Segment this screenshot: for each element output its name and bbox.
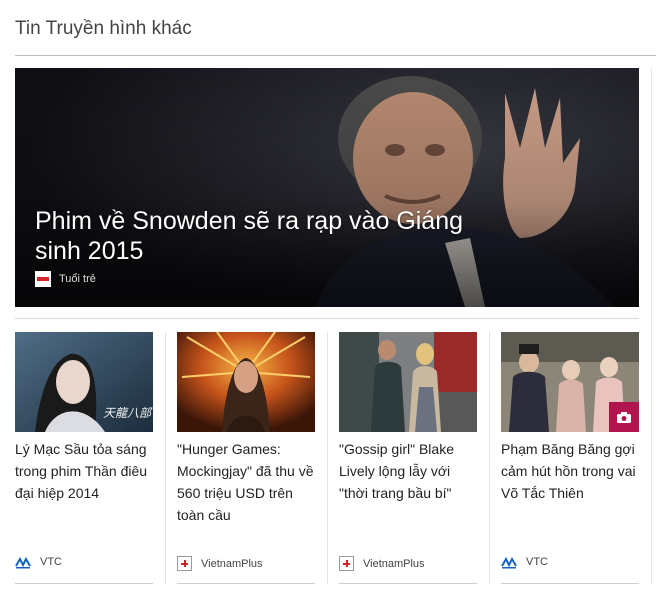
card-1-thumbnail: 天龍八部 bbox=[15, 332, 153, 432]
tuoitre-logo-icon bbox=[35, 271, 51, 287]
card-2-bottom-divider bbox=[177, 583, 315, 584]
card-3-bottom-divider bbox=[339, 583, 477, 584]
camera-icon bbox=[617, 411, 631, 423]
card-1-source: VTC bbox=[15, 556, 62, 569]
article-card-3[interactable]: "Gossip girl" Blake Lively lộng lẫy với … bbox=[339, 332, 477, 584]
hero-source-label: Tuổi trẻ bbox=[59, 273, 96, 285]
card-2-source-label: VietnamPlus bbox=[201, 557, 263, 570]
card-separator bbox=[327, 332, 328, 584]
card-3-thumbnail bbox=[339, 332, 477, 432]
hero-source: Tuổi trẻ bbox=[35, 271, 96, 287]
section-title: Tin Truyền hình khác bbox=[15, 18, 192, 39]
article-card-4[interactable]: Phạm Băng Băng gợi cảm hút hồn trong vai… bbox=[501, 332, 639, 584]
card-1-bottom-divider bbox=[15, 583, 153, 584]
card-1-thumb-text: 天龍八部 bbox=[103, 406, 153, 420]
vietnamplus-logo-icon bbox=[339, 556, 354, 571]
card-2-thumbnail bbox=[177, 332, 315, 432]
vtc-logo-icon bbox=[501, 556, 517, 569]
vietnamplus-logo-icon bbox=[177, 556, 192, 571]
card-4-headline: Phạm Băng Băng gợi cảm hút hồn trong vai… bbox=[501, 441, 636, 501]
card-4-thumbnail bbox=[501, 332, 639, 432]
vtc-logo-icon bbox=[15, 556, 31, 569]
card-separator bbox=[165, 332, 166, 584]
card-3-source-label: VietnamPlus bbox=[363, 557, 425, 570]
card-2-headline: "Hunger Games: Mockingjay" đã thu về 560… bbox=[177, 441, 314, 523]
card-separator bbox=[489, 332, 490, 584]
section-divider bbox=[15, 55, 656, 56]
card-2-source: VietnamPlus bbox=[177, 556, 263, 571]
card-3-source: VietnamPlus bbox=[339, 556, 425, 571]
hero-article[interactable]: Phim về Snowden sẽ ra rạp vào Giáng sinh… bbox=[15, 68, 639, 307]
hero-headline: Phim về Snowden sẽ ra rạp vào Giáng sinh… bbox=[35, 207, 464, 265]
card-1-source-label: VTC bbox=[40, 556, 62, 568]
card-4-source-label: VTC bbox=[526, 556, 548, 568]
article-card-2[interactable]: "Hunger Games: Mockingjay" đã thu về 560… bbox=[177, 332, 315, 584]
card-3-headline: "Gossip girl" Blake Lively lộng lẫy với … bbox=[339, 441, 454, 501]
card-1-headline: Lý Mạc Sầu tỏa sáng trong phim Thần điêu… bbox=[15, 441, 148, 501]
card-4-bottom-divider bbox=[501, 583, 639, 584]
gallery-badge bbox=[609, 402, 639, 432]
article-card-1[interactable]: 天龍八部 Lý Mạc Sầu tỏa sáng trong phim Thần… bbox=[15, 332, 153, 584]
hero-image bbox=[15, 68, 639, 307]
card-4-source: VTC bbox=[501, 556, 548, 569]
hero-divider bbox=[15, 318, 639, 319]
scroll-edge-divider bbox=[651, 68, 652, 584]
